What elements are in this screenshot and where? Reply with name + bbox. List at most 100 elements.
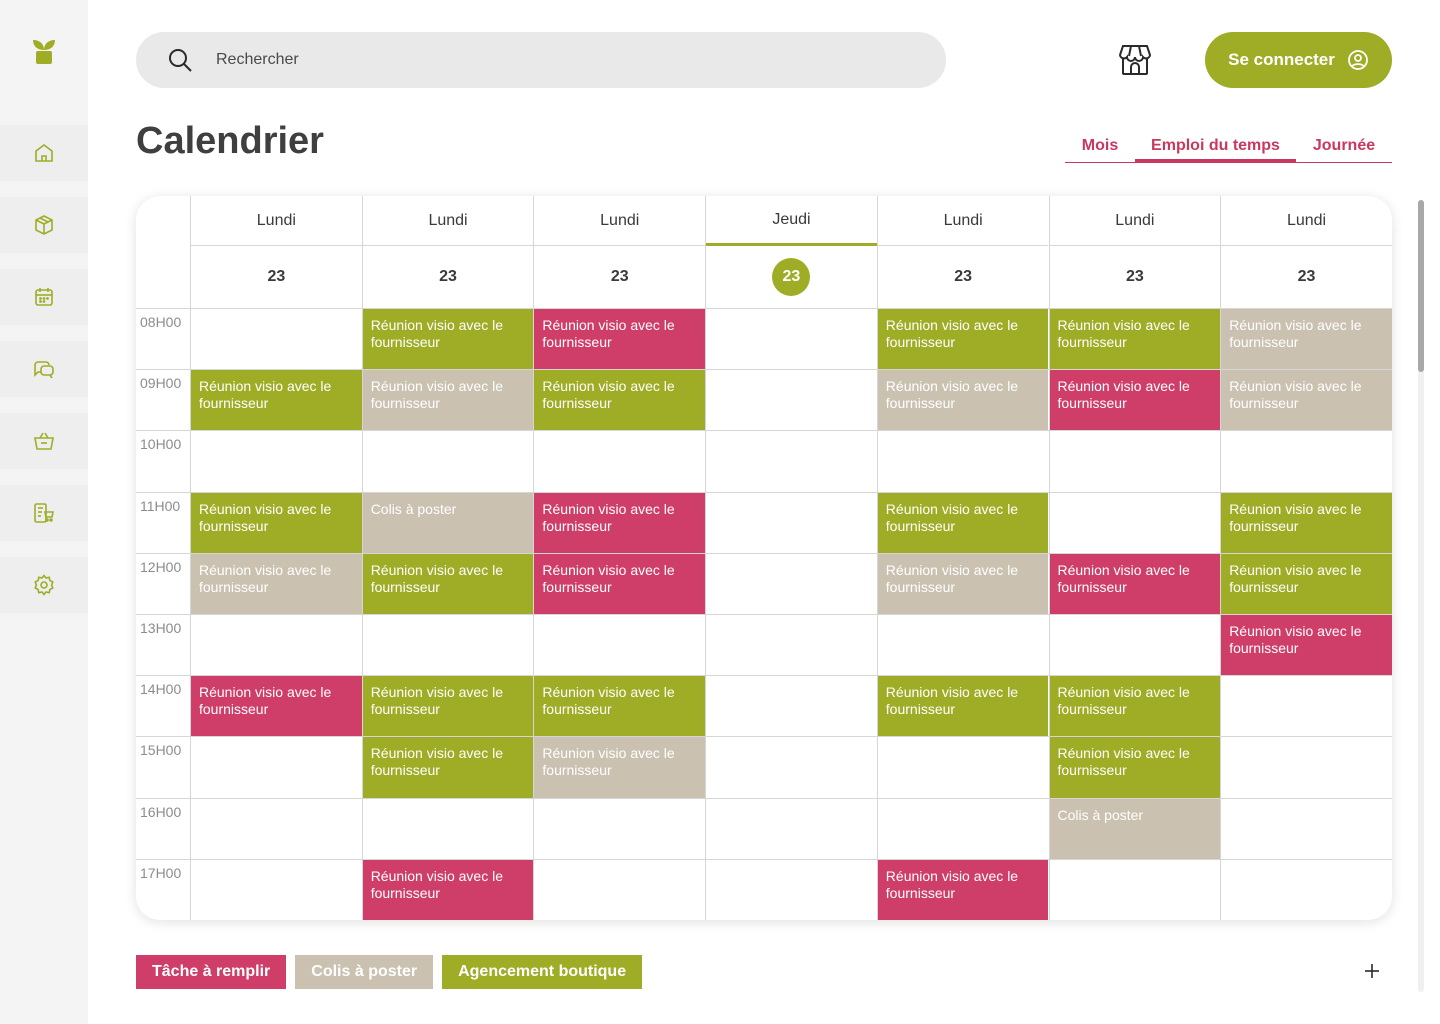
sidebar-item-settings[interactable] <box>0 557 88 613</box>
hour-label: 08H00 <box>140 314 182 330</box>
hour-label: 17H00 <box>140 864 182 881</box>
settings-icon <box>34 574 54 596</box>
plant-logo[interactable] <box>29 36 59 66</box>
day-number: 23 <box>878 246 1049 308</box>
calendar-event[interactable]: Réunion visio avec le fournisseur <box>1049 676 1221 737</box>
calendar-event[interactable]: Réunion visio avec le fournisseur <box>1221 553 1392 614</box>
calendar-event[interactable]: Réunion visio avec le fournisseur <box>877 309 1049 370</box>
store-icon[interactable] <box>1117 42 1153 78</box>
calendar-event[interactable]: Réunion visio avec le fournisseur <box>362 859 534 920</box>
hour-label: 14H00 <box>140 681 182 698</box>
day-number: 23 <box>191 246 362 308</box>
sidebar-item-products[interactable] <box>0 197 88 253</box>
calendar-event[interactable]: Réunion visio avec le fournisseur <box>1049 309 1221 370</box>
day-number-text: 23 <box>267 268 286 285</box>
calendar-event[interactable]: Réunion visio avec le fournisseur <box>362 309 534 370</box>
calendar-icon <box>35 288 53 306</box>
grid-line <box>136 430 1392 432</box>
order-cart-icon <box>34 503 54 523</box>
calendar-event[interactable]: Réunion visio avec le fournisseur <box>362 553 534 614</box>
scrollbar-thumb[interactable] <box>1418 200 1424 372</box>
today-date-badge: 23 <box>706 246 877 308</box>
calendar-event[interactable]: Réunion visio avec le fournisseur <box>1221 615 1392 676</box>
page-title: Calendrier <box>136 120 324 162</box>
search-icon[interactable] <box>166 46 194 74</box>
grid-line <box>136 858 1392 860</box>
calendar-event[interactable]: Réunion visio avec le fournisseur <box>877 492 1049 553</box>
calendar-event[interactable]: Réunion visio avec le fournisseur <box>534 370 706 431</box>
day-name: Lundi <box>1049 196 1221 246</box>
hour-label: 10H00 <box>140 436 182 453</box>
sidebar <box>0 0 88 1024</box>
search-input[interactable] <box>216 51 816 69</box>
day-number: 23 <box>1221 246 1392 308</box>
sidebar-item-messages[interactable] <box>0 341 88 397</box>
calendar-event[interactable]: Réunion visio avec le fournisseur <box>534 492 706 553</box>
add-category-icon[interactable] <box>1362 961 1382 981</box>
tab-day[interactable]: Journée <box>1296 133 1392 162</box>
day-header[interactable]: Lundi 23 <box>1220 196 1392 308</box>
day-number-text: 23 <box>439 268 457 285</box>
day-number: 23 <box>363 246 534 308</box>
hour-label: 12H00 <box>140 558 182 575</box>
sidebar-item-orders[interactable] <box>0 485 88 541</box>
day-name: Jeudi <box>706 196 877 246</box>
day-number: 23 <box>534 246 705 308</box>
sidebar-item-calendar[interactable] <box>0 269 88 325</box>
view-tabs: Mois Emploi du temps Journée <box>1065 133 1392 163</box>
sidebar-item-basket[interactable] <box>0 413 88 469</box>
hour-label: 13H00 <box>140 620 182 636</box>
search-bar <box>136 32 946 88</box>
calendar-event[interactable]: Réunion visio avec le fournisseur <box>877 553 1049 614</box>
legend-item[interactable]: Agencement boutique <box>442 955 643 989</box>
legend-item[interactable]: Tâche à remplir <box>136 955 287 989</box>
calendar-event[interactable]: Colis à poster <box>1049 798 1221 859</box>
calendar-event[interactable]: Réunion visio avec le fournisseur <box>877 676 1049 737</box>
calendar-event[interactable]: Réunion visio avec le fournisseur <box>362 676 534 737</box>
legend: Tâche à remplir Colis à poster Agencement … <box>136 955 643 989</box>
day-number-text: 23 <box>610 268 629 285</box>
calendar-event[interactable]: Réunion visio avec le fournisseur <box>534 309 706 370</box>
day-header[interactable]: Lundi 23 <box>1048 196 1221 308</box>
calendar-event[interactable]: Réunion visio avec le fournisseur <box>191 492 362 553</box>
calendar-event[interactable]: Réunion visio avec le fournisseur <box>191 676 362 737</box>
day-number-text: 23 <box>772 258 811 296</box>
day-header[interactable]: Lundi 23 <box>361 196 534 308</box>
calendar-event[interactable]: Réunion visio avec le fournisseur <box>191 370 362 431</box>
calendar-event[interactable]: Réunion visio avec le fournisseur <box>1049 553 1221 614</box>
day-name: Lundi <box>362 196 534 246</box>
day-header[interactable]: Lundi 23 <box>876 196 1049 308</box>
day-name: Lundi <box>877 196 1049 246</box>
tab-schedule[interactable]: Emploi du temps <box>1135 133 1296 162</box>
day-header[interactable]: Lundi 23 <box>533 196 706 308</box>
calendar-event[interactable]: Réunion visio avec le fournisseur <box>362 737 534 798</box>
calendar-event[interactable]: Réunion visio avec le fournisseur <box>877 370 1049 431</box>
calendar-event[interactable]: Réunion visio avec le fournisseur <box>1221 492 1392 553</box>
tab-month[interactable]: Mois <box>1065 133 1135 162</box>
calendar-event[interactable]: Réunion visio avec le fournisseur <box>1221 370 1392 431</box>
box-icon <box>35 215 53 235</box>
grid-line <box>705 308 707 920</box>
day-number: 23 <box>1050 246 1221 308</box>
day-number-text: 23 <box>1125 268 1144 285</box>
day-header[interactable]: Lundi 23 <box>190 196 362 308</box>
calendar-event[interactable]: Réunion visio avec le fournisseur <box>534 737 706 798</box>
legend-item[interactable]: Colis à poster <box>295 955 434 989</box>
calendar-event[interactable]: Réunion visio avec le fournisseur <box>534 553 706 614</box>
login-button[interactable]: Se connecter <box>1205 32 1392 88</box>
calendar-event[interactable]: Réunion visio avec le fournisseur <box>1049 737 1221 798</box>
calendar-event[interactable]: Réunion visio avec le fournisseur <box>1221 309 1392 370</box>
calendar-event[interactable]: Réunion visio avec le fournisseur <box>1049 370 1221 431</box>
calendar-event[interactable]: Réunion visio avec le fournisseur <box>191 553 362 614</box>
day-header[interactable]: Jeudi 23 <box>705 196 877 308</box>
user-circle-icon <box>1347 50 1368 70</box>
calendar-event[interactable]: Colis à poster <box>362 492 534 553</box>
calendar-event[interactable]: Réunion visio avec le fournisseur <box>534 676 706 737</box>
hour-label: 16H00 <box>140 803 182 820</box>
day-number-text: 23 <box>1297 268 1316 285</box>
calendar-event[interactable]: Réunion visio avec le fournisseur <box>362 370 534 431</box>
sidebar-item-home[interactable] <box>0 125 88 181</box>
hour-label: 15H00 <box>140 742 182 759</box>
home-icon <box>35 144 53 162</box>
calendar-event[interactable]: Réunion visio avec le fournisseur <box>877 859 1049 920</box>
